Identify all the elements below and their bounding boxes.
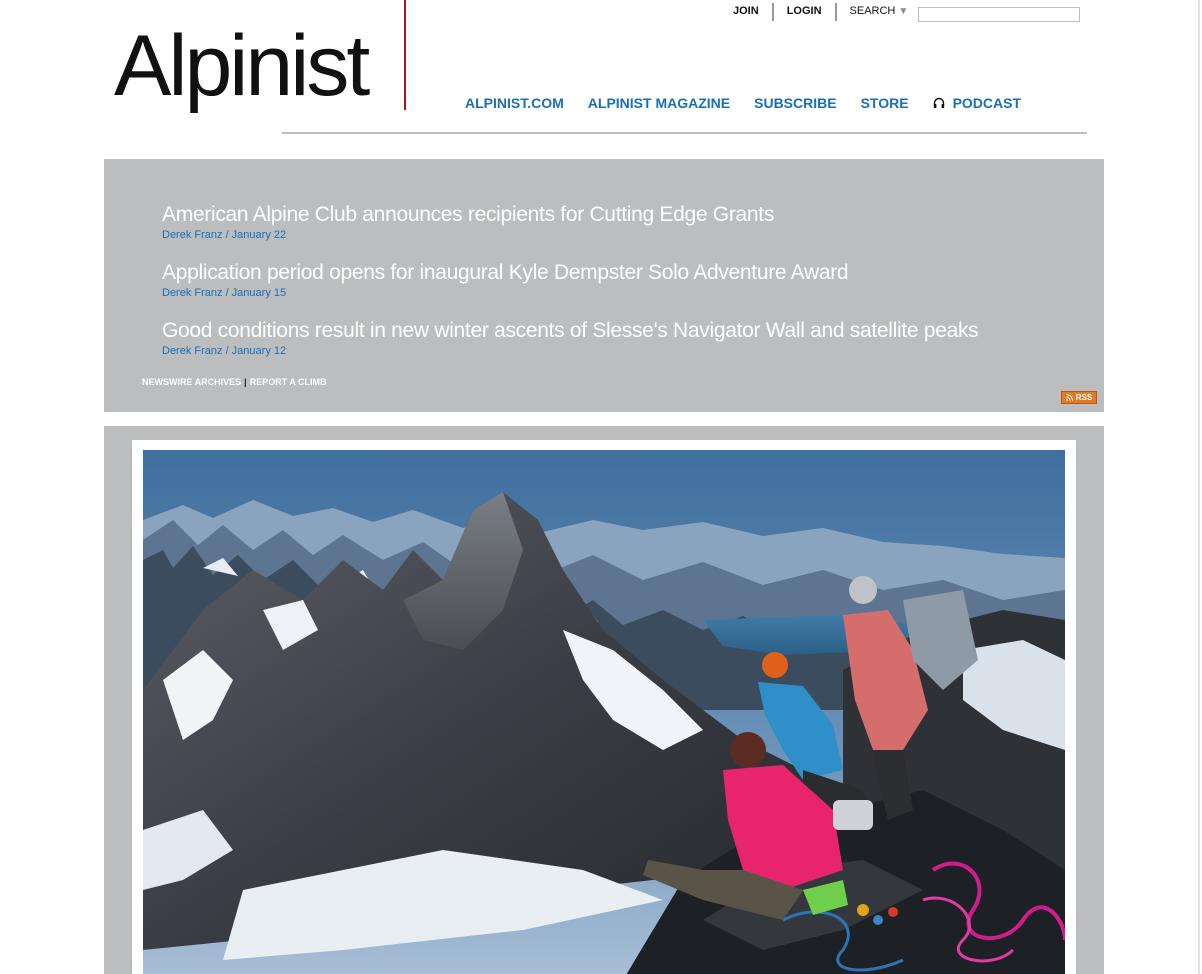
- news-item: Good conditions result in new winter asc…: [162, 318, 1092, 376]
- newswire-archives-link[interactable]: NEWSWIRE ARCHIVES: [142, 377, 241, 387]
- nav-store[interactable]: STORE: [861, 95, 909, 111]
- news-byline[interactable]: Derek Franz / January 15: [162, 286, 1092, 300]
- feature-photo-frame: [132, 440, 1076, 974]
- logo-wordmark[interactable]: Alpinist: [114, 6, 370, 126]
- nav-subscribe[interactable]: SUBSCRIBE: [754, 95, 836, 111]
- news-headline[interactable]: American Alpine Club announces recipient…: [162, 202, 1092, 228]
- logo-accent-rule: [404, 0, 406, 110]
- rss-button[interactable]: RSS: [1061, 391, 1097, 404]
- caret-down-icon: ▼: [898, 6, 909, 17]
- page: Alpinist JOIN LOGIN SEARCH ▼ ALPINIST.COM…: [0, 0, 1202, 974]
- site-logo[interactable]: Alpinist: [114, 0, 414, 136]
- search-label: SEARCH: [849, 5, 896, 17]
- search-dropdown[interactable]: SEARCH ▼: [837, 3, 915, 21]
- rss-label: RSS: [1075, 393, 1093, 402]
- news-byline[interactable]: Derek Franz / January 22: [162, 228, 1092, 242]
- nav-podcast-label: PODCAST: [952, 95, 1022, 111]
- news-byline[interactable]: Derek Franz / January 12: [162, 344, 1092, 358]
- nav-alpinist-com[interactable]: ALPINIST.COM: [465, 95, 564, 111]
- join-link[interactable]: JOIN: [720, 3, 774, 21]
- nav-alpinist-magazine[interactable]: ALPINIST MAGAZINE: [588, 95, 730, 111]
- news-item: Application period opens for inaugural K…: [162, 260, 1092, 318]
- feature-panel: [104, 426, 1104, 974]
- report-a-climb-link[interactable]: REPORT A CLIMB: [250, 377, 327, 387]
- newswire-list: American Alpine Club announces recipient…: [162, 202, 1092, 376]
- news-headline[interactable]: Application period opens for inaugural K…: [162, 260, 1092, 286]
- utility-nav: JOIN LOGIN SEARCH ▼: [720, 3, 914, 21]
- newswire-panel: American Alpine Club announces recipient…: [104, 159, 1104, 412]
- nav-podcast[interactable]: PODCAST: [933, 95, 1021, 111]
- rss-icon: [1065, 394, 1073, 401]
- login-link[interactable]: LOGIN: [774, 3, 837, 21]
- main-nav: ALPINIST.COM ALPINIST MAGAZINE SUBSCRIBE…: [465, 95, 1045, 111]
- headphones-icon: [933, 97, 944, 108]
- link-separator: |: [244, 377, 247, 387]
- newswire-footer-links: NEWSWIRE ARCHIVES | REPORT A CLIMB: [142, 377, 327, 387]
- search-input[interactable]: [918, 7, 1080, 22]
- news-headline[interactable]: Good conditions result in new winter asc…: [162, 318, 1092, 344]
- feature-photo[interactable]: [143, 450, 1065, 974]
- header-divider: [282, 132, 1087, 134]
- scrollbar-track[interactable]: [1198, 0, 1200, 974]
- news-item: American Alpine Club announces recipient…: [162, 202, 1092, 260]
